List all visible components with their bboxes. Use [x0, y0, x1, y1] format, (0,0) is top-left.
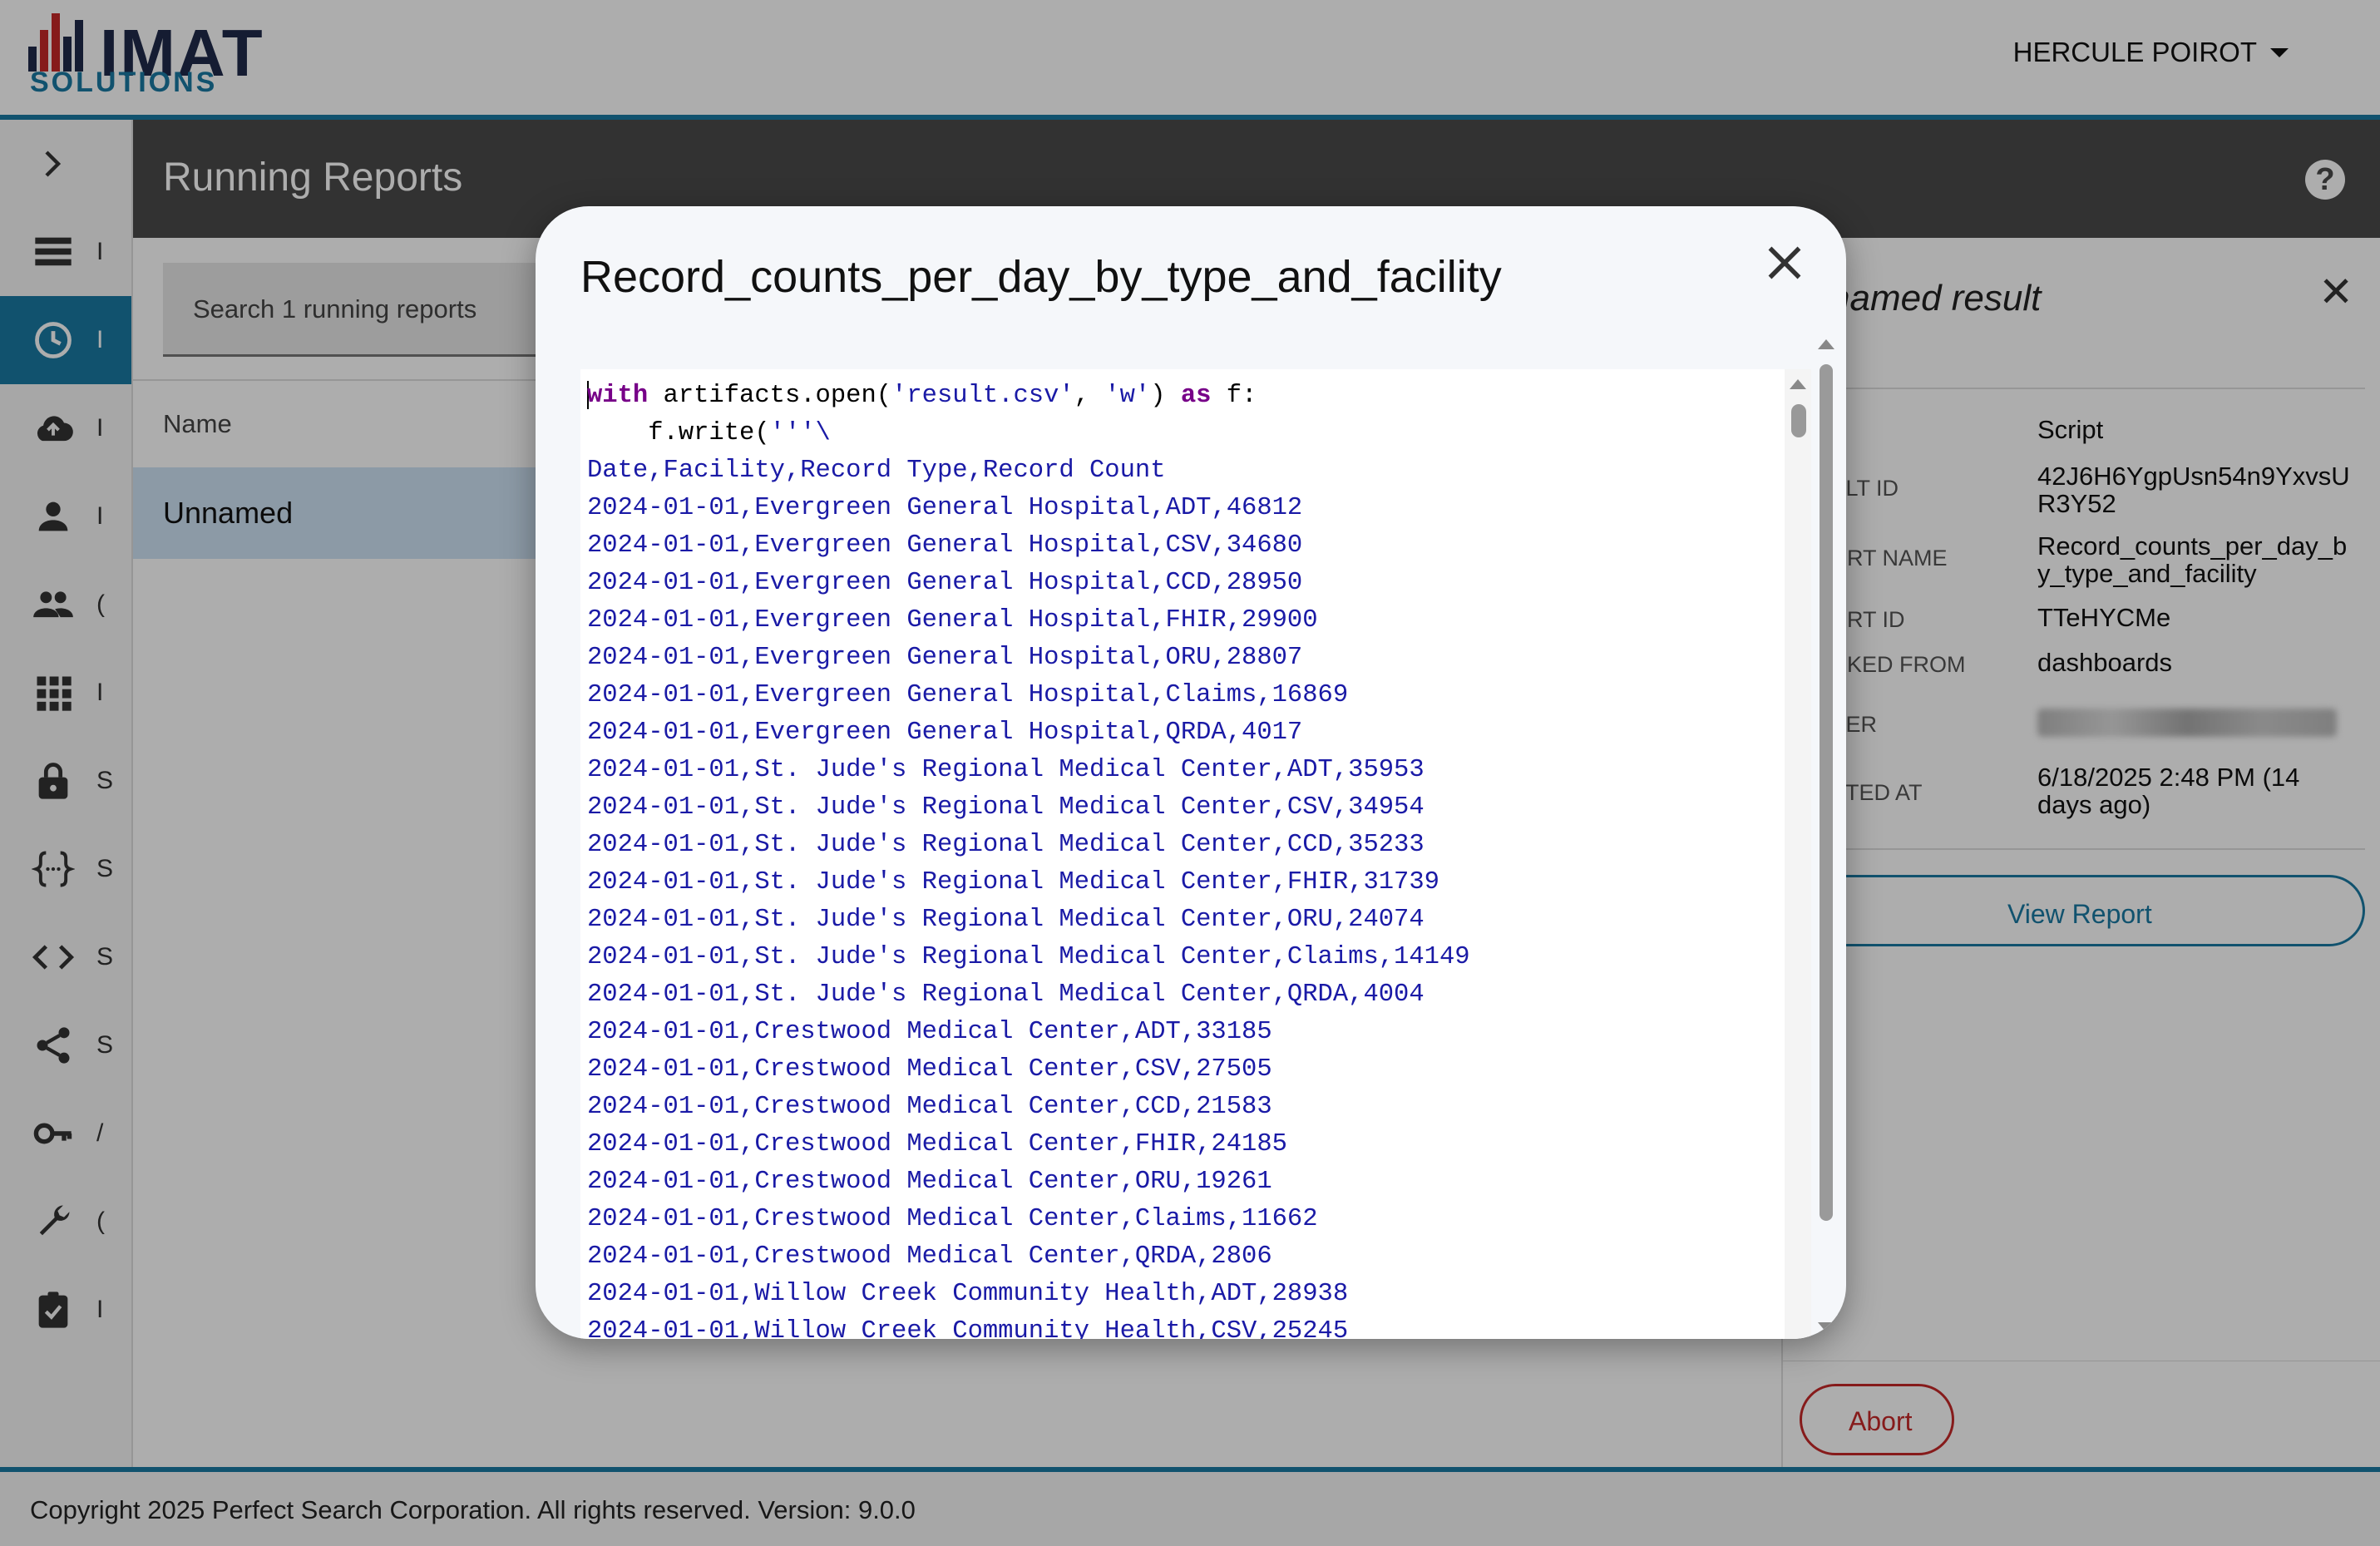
- code-line: 2024-01-01,Evergreen General Hospital,Cl…: [587, 681, 1349, 709]
- scroll-down-icon[interactable]: [1818, 1322, 1834, 1332]
- script-modal: Record_counts_per_day_by_type_and_facili…: [536, 206, 1846, 1339]
- scroll-thumb[interactable]: [1820, 364, 1833, 1221]
- code-line: 2024-01-01,Evergreen General Hospital,CC…: [587, 569, 1303, 597]
- modal-title: Record_counts_per_day_by_type_and_facili…: [580, 252, 1502, 302]
- code-line: 2024-01-01,Evergreen General Hospital,OR…: [587, 644, 1303, 672]
- code-line: 2024-01-01,Willow Creek Community Health…: [587, 1317, 1349, 1339]
- code-line: 2024-01-01,Evergreen General Hospital,AD…: [587, 494, 1303, 522]
- code-content: with artifacts.open('result.csv', 'w') a…: [587, 378, 1470, 1339]
- code-line: f.write('''\: [587, 419, 831, 447]
- scroll-up-icon[interactable]: [1818, 339, 1834, 349]
- code-line: 2024-01-01,St. Jude's Regional Medical C…: [587, 943, 1470, 971]
- code-line: 2024-01-01,Crestwood Medical Center,QRDA…: [587, 1242, 1272, 1271]
- code-line: 2024-01-01,Willow Creek Community Health…: [587, 1280, 1349, 1308]
- close-icon[interactable]: [1760, 238, 1810, 288]
- code-line: Date,Facility,Record Type,Record Count: [587, 457, 1166, 485]
- scroll-thumb[interactable]: [1791, 404, 1806, 437]
- code-line: 2024-01-01,Crestwood Medical Center,CSV,…: [587, 1055, 1272, 1084]
- code-line: 2024-01-01,Crestwood Medical Center,CCD,…: [587, 1093, 1272, 1121]
- code-line: with artifacts.open('result.csv', 'w') a…: [587, 380, 1257, 410]
- code-editor[interactable]: with artifacts.open('result.csv', 'w') a…: [580, 369, 1811, 1339]
- scroll-up-icon[interactable]: [1790, 379, 1806, 389]
- code-line: 2024-01-01,St. Jude's Regional Medical C…: [587, 831, 1425, 859]
- code-line: 2024-01-01,St. Jude's Regional Medical C…: [587, 868, 1439, 896]
- code-line: 2024-01-01,Evergreen General Hospital,FH…: [587, 606, 1318, 635]
- code-line: 2024-01-01,St. Jude's Regional Medical C…: [587, 756, 1425, 784]
- code-line: 2024-01-01,Evergreen General Hospital,CS…: [587, 531, 1303, 560]
- code-line: 2024-01-01,Crestwood Medical Center,ADT,…: [587, 1018, 1272, 1046]
- modal-scrollbar[interactable]: [1815, 339, 1838, 1339]
- code-line: 2024-01-01,Evergreen General Hospital,QR…: [587, 719, 1303, 747]
- editor-scrollbar[interactable]: [1785, 369, 1811, 1339]
- code-line: 2024-01-01,St. Jude's Regional Medical C…: [587, 793, 1425, 822]
- code-line: 2024-01-01,St. Jude's Regional Medical C…: [587, 980, 1425, 1009]
- code-line: 2024-01-01,Crestwood Medical Center,ORU,…: [587, 1168, 1272, 1196]
- code-line: 2024-01-01,Crestwood Medical Center,Clai…: [587, 1205, 1318, 1233]
- code-line: 2024-01-01,St. Jude's Regional Medical C…: [587, 906, 1425, 934]
- code-line: 2024-01-01,Crestwood Medical Center,FHIR…: [587, 1130, 1287, 1158]
